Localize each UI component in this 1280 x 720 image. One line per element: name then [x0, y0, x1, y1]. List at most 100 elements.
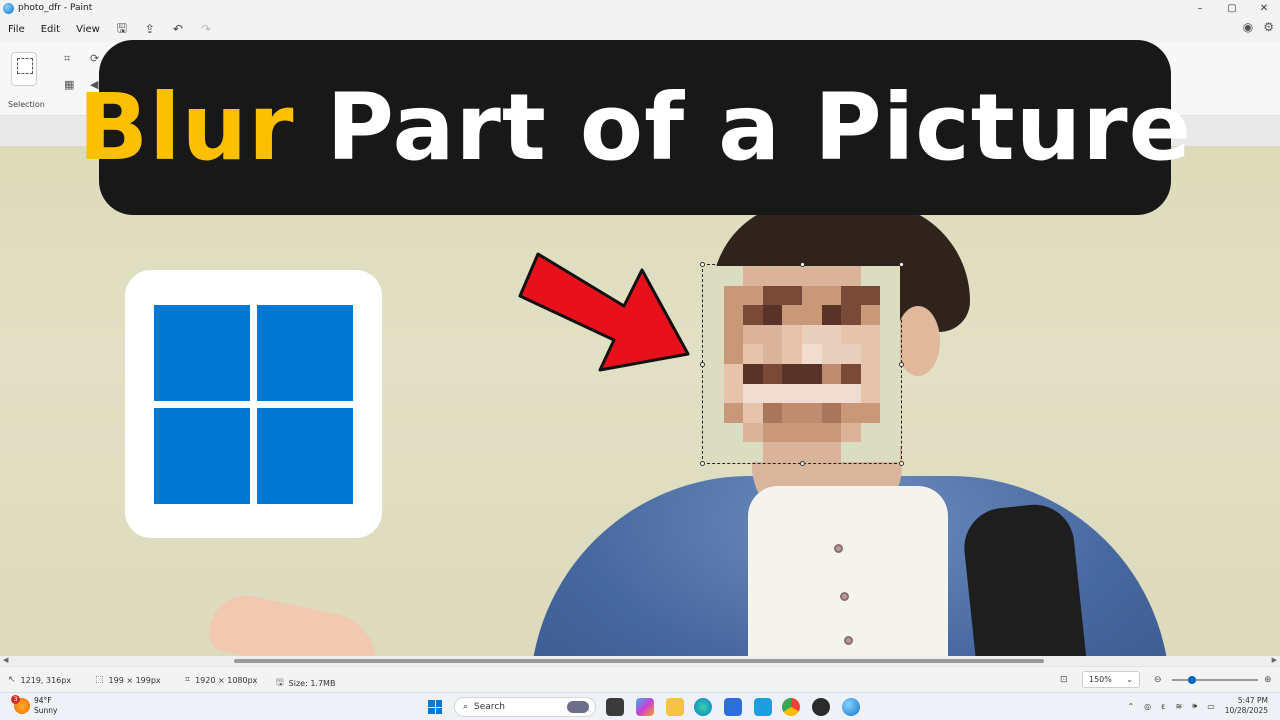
scroll-left-icon[interactable]: ◀	[3, 656, 8, 664]
resize-handle-se[interactable]	[899, 461, 904, 466]
banner-highlight-word: Blur	[77, 74, 295, 181]
canvas-size-value: 1920 × 1080px	[195, 675, 258, 685]
weather-widget[interactable]: 3 94°F Sunny	[11, 695, 58, 716]
red-arrow-icon	[518, 252, 690, 372]
resize-handle-sw[interactable]	[700, 461, 705, 466]
banner-text: Part of a Picture	[326, 74, 1193, 181]
windows-logo-tile	[257, 408, 353, 504]
crop-icon[interactable]: ⌗	[64, 52, 70, 66]
undo-icon[interactable]: ↶	[164, 22, 192, 36]
battery-icon[interactable]: ▭	[1207, 702, 1215, 711]
resize-handle-ne[interactable]	[899, 262, 904, 267]
account-icon[interactable]: ◉	[1243, 20, 1253, 34]
shirt-button	[840, 592, 849, 601]
obs-icon[interactable]	[812, 698, 830, 716]
resize-handle-e[interactable]	[899, 362, 904, 367]
zoom-level-dropdown[interactable]: 150% ⌄	[1082, 671, 1140, 688]
zoom-in-icon[interactable]: ⊕	[1264, 675, 1272, 685]
redo-icon[interactable]: ↷	[192, 22, 220, 36]
resize-handle-w[interactable]	[700, 362, 705, 367]
presenting-hand	[205, 588, 385, 656]
taskbar-search[interactable]: ⌕ Search	[454, 697, 596, 717]
menu-view[interactable]: View	[68, 24, 108, 35]
fit-to-window-icon[interactable]: ⊡	[1060, 675, 1068, 685]
language-icon[interactable]: ε	[1161, 702, 1165, 711]
file-size-value: Size: 1.7MB	[288, 678, 336, 688]
white-shirt	[748, 486, 948, 656]
windows-logo-tile	[257, 305, 353, 401]
windows-logo-tile	[154, 305, 250, 401]
zoom-slider-knob[interactable]	[1188, 676, 1196, 684]
resize-icon[interactable]: ▦	[64, 78, 74, 91]
zoom-level-value: 150%	[1089, 675, 1112, 684]
settings-icon[interactable]: ⚙	[1263, 20, 1274, 34]
windows-logo-tile	[154, 408, 250, 504]
weather-desc: Sunny	[34, 706, 58, 715]
chevron-down-icon: ⌄	[1126, 675, 1133, 684]
zoom-out-icon[interactable]: ⊖	[1154, 675, 1162, 685]
resize-handle-n[interactable]	[800, 262, 805, 267]
edge-icon[interactable]	[694, 698, 712, 716]
notification-badge: 3	[11, 695, 20, 704]
search-icon: ⌕	[463, 702, 469, 712]
paint-taskbar-icon[interactable]	[842, 698, 860, 716]
horizontal-scrollbar[interactable]: ◀ ▶	[0, 656, 1280, 666]
chevron-up-icon[interactable]: ⌃	[1127, 702, 1134, 711]
scrollbar-thumb[interactable]	[234, 659, 1044, 663]
clock[interactable]: 5:47 PM 10/28/2025	[1225, 696, 1268, 716]
scroll-right-icon[interactable]: ▶	[1272, 656, 1277, 664]
title-bar: photo_dfr - Paint – ▢ ✕	[0, 0, 1280, 16]
selection-size: ⬚ 199 × 199px	[95, 675, 161, 685]
cursor-position: ↖ 1219, 316px	[8, 675, 71, 685]
search-highlight-icon	[567, 701, 589, 713]
cursor-icon: ↖	[8, 675, 16, 685]
file-size: 🖫 Size: 1.7MB	[276, 675, 335, 691]
status-bar: ↖ 1219, 316px ⬚ 199 × 199px ⌗ 1920 × 108…	[0, 666, 1280, 692]
sun-icon: 3	[11, 695, 30, 714]
rotate-icon[interactable]: ⟳	[90, 52, 99, 65]
network-icon[interactable]: ◎	[1144, 702, 1151, 711]
maximize-button[interactable]: ▢	[1216, 0, 1248, 16]
close-button[interactable]: ✕	[1248, 0, 1280, 16]
disk-icon: 🖫	[276, 678, 284, 688]
clock-date: 10/28/2025	[1224, 706, 1268, 715]
menu-file[interactable]: File	[0, 24, 33, 35]
resize-handle-nw[interactable]	[700, 262, 705, 267]
wifi-icon[interactable]: ≋	[1175, 702, 1182, 711]
notepad-icon[interactable]	[754, 698, 772, 716]
title-banner: Blur Part of a Picture	[78, 40, 1191, 215]
shirt-button	[844, 636, 853, 645]
share-icon[interactable]: ⇪	[136, 22, 164, 36]
weather-temp: 94°F	[34, 696, 52, 705]
selection-tool-button[interactable]	[11, 52, 37, 86]
chrome-icon[interactable]	[782, 698, 800, 716]
menu-edit[interactable]: Edit	[33, 24, 68, 35]
cursor-position-value: 1219, 316px	[20, 675, 72, 685]
selection-size-icon: ⬚	[95, 675, 104, 685]
paint-app-icon	[3, 2, 14, 14]
zoom-slider[interactable]	[1172, 676, 1258, 684]
copilot-icon[interactable]	[636, 698, 654, 716]
selection-marquee[interactable]	[700, 262, 904, 466]
minimize-button[interactable]: –	[1184, 0, 1216, 16]
volume-icon[interactable]: 🕪	[1192, 701, 1197, 711]
task-view-icon[interactable]	[606, 698, 624, 716]
menu-bar: File Edit View 🖫 ⇪ ↶ ↷ ◉ ⚙	[0, 16, 1280, 42]
window-title: photo_dfr - Paint	[18, 3, 93, 13]
taskbar: 3 94°F Sunny ⌕ Search ⌃ ◎ ε ≋ 🕪 ▭ 5:47 P…	[0, 692, 1280, 720]
save-icon[interactable]: 🖫	[108, 19, 136, 40]
canvas-size: ⌗ 1920 × 1080px	[185, 675, 257, 685]
start-button[interactable]	[428, 700, 442, 714]
window-controls: – ▢ ✕	[1184, 0, 1280, 16]
selection-size-value: 199 × 199px	[108, 675, 161, 685]
shirt-button	[834, 544, 843, 553]
selection-group-label: Selection	[8, 100, 45, 109]
canvas-size-icon: ⌗	[185, 675, 191, 685]
clock-time: 5:47 PM	[1237, 696, 1268, 705]
windows-logo-card	[125, 270, 382, 538]
search-label: Search	[474, 702, 505, 712]
store-icon[interactable]	[724, 698, 742, 716]
file-explorer-icon[interactable]	[666, 698, 684, 716]
system-tray: ⌃ ◎ ε ≋ 🕪 ▭ 5:47 PM 10/28/2025	[1127, 696, 1268, 716]
resize-handle-s[interactable]	[800, 461, 805, 466]
